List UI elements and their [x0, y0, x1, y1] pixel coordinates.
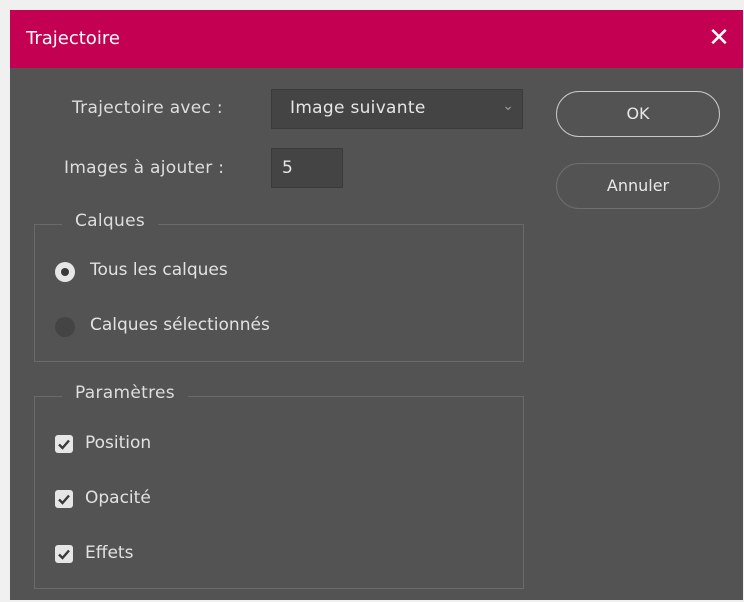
ok-button[interactable]: OK [556, 91, 720, 137]
checkmark-icon [58, 439, 70, 450]
params-group: Paramètres Position Opacité Effets [34, 383, 524, 589]
close-icon[interactable]: ✕ [705, 24, 733, 52]
chevron-down-icon: ⌄ [502, 98, 514, 114]
radio-all-layers-label: Tous les calques [90, 260, 228, 280]
frames-input[interactable]: 5 [271, 148, 343, 188]
frames-label: Images à ajouter : [64, 158, 225, 178]
trajectory-select[interactable]: Image suivante ⌄ [271, 89, 523, 129]
checkbox-effects-label: Effets [85, 543, 134, 563]
checkbox-effects[interactable] [55, 545, 73, 563]
radio-all-layers[interactable] [55, 262, 75, 282]
radio-selected-layers[interactable] [55, 317, 75, 337]
trajectory-select-value: Image suivante [290, 98, 426, 118]
checkmark-icon [58, 549, 70, 560]
title-bar: Trajectoire ✕ [10, 10, 743, 68]
checkbox-position[interactable] [55, 435, 73, 453]
radio-selected-layers-label: Calques sélectionnés [90, 315, 270, 335]
checkbox-opacity-label: Opacité [85, 488, 151, 508]
cancel-button[interactable]: Annuler [556, 163, 720, 209]
params-group-legend: Paramètres [62, 383, 188, 403]
checkbox-opacity[interactable] [55, 490, 73, 508]
frames-input-value: 5 [282, 158, 293, 178]
layers-group-legend: Calques [62, 211, 158, 231]
checkmark-icon [58, 494, 70, 505]
tween-dialog: Trajectoire ✕ Trajectoire avec : Image s… [10, 10, 743, 600]
checkbox-position-label: Position [85, 433, 152, 453]
dialog-title: Trajectoire [26, 28, 120, 49]
layers-group: Calques Tous les calques Calques sélecti… [34, 211, 524, 362]
trajectory-label: Trajectoire avec : [72, 98, 223, 118]
